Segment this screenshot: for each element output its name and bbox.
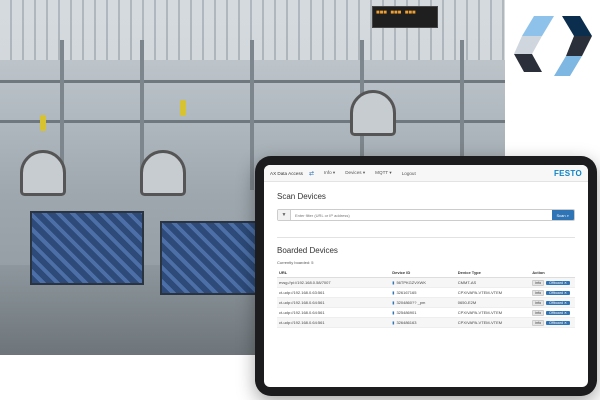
device-icon: ▮ [392,320,395,325]
cell-device-type: CPX/VAPA-VTEM-VTEM [455,307,531,318]
device-icon: ▮ [392,300,395,305]
table-row: ct-udp://192.168.0.64:561 ▮ 325486901 CPX… [277,307,575,318]
cell-action: info Offboard ✕ [530,307,575,318]
table-row: ct-udp://192.168.0.64:561 ▮ 326486163 CPX… [277,317,575,328]
cell-action: info Offboard ✕ [530,287,575,298]
cell-url: ct-udp://192.168.0.63:561 [277,287,391,298]
table-row: evsg://pi://192.168.0.58/7007 ▮ 56TPKGZVX… [277,277,575,288]
offboard-label: Offboard [549,320,563,325]
cell-device-id: ▮ 3204860?? _pm [390,297,456,308]
robot-arm [140,150,186,196]
offboard-button[interactable]: Offboard ✕ [546,310,571,315]
support-column [250,40,254,190]
scan-devices-heading: Scan Devices [277,192,326,201]
section-divider [277,237,575,238]
worker-figure [180,100,186,116]
device-id-text: 3204860?? _pm [396,300,426,305]
main-content: Scan Devices ▼ Scan ⌕ Boarded Devices Cu… [264,182,588,334]
info-button[interactable]: info [532,289,545,296]
scan-button[interactable]: Scan ⌕ [551,210,574,220]
cell-device-type: CMMT-AS [455,277,531,288]
nav-menu-devices[interactable]: Devices ▾ [345,170,365,176]
column-header-device-type: Device Type [455,268,531,278]
offboard-button[interactable]: Offboard ✕ [546,300,571,305]
info-button[interactable]: info [532,279,545,286]
welding-fixture [30,211,144,285]
top-navbar: AX Data Access ⇄ Info ▾ Devices ▾ MQTT ▾… [264,165,588,182]
cell-action: info Offboard ✕ [530,317,575,328]
table-row: ct-udp://192.168.0.63:561 ▮ 326167165 CPX… [277,287,575,298]
logo-facet [554,56,582,76]
device-id-text: 326167165 [396,290,417,295]
table-header-row: URL Device ID Device Type Action [277,268,575,278]
cell-url: ct-udp://192.168.0.64:561 [277,317,391,328]
scan-filter-input[interactable] [291,210,552,220]
scan-button-label: Scan [556,212,566,218]
logo-facet [562,16,592,36]
device-icon: ▮ [392,310,395,315]
scan-search-row: ▼ Scan ⌕ [277,209,575,221]
boarded-devices-heading: Boarded Devices [277,246,338,255]
column-header-action: Action [530,268,575,278]
nav-menu-info[interactable]: Info ▾ [324,170,335,176]
offboard-label: Offboard [549,310,563,315]
filter-icon: ▼ [278,210,291,220]
cell-device-type: 0650-E2M [455,297,531,308]
offboard-button[interactable]: Offboard ✕ [546,290,571,295]
device-icon: ▮ [392,290,395,295]
nav-menu-label: MQTT [375,170,389,175]
cell-url: evsg://pi://192.168.0.58/7007 [277,277,391,288]
logo-facet [566,36,592,56]
device-icon: ▮ [392,280,395,285]
exchange-arrows-icon[interactable]: ⇄ [309,170,314,177]
nav-menu-logout[interactable]: Logout [402,171,416,176]
info-button[interactable]: info [532,309,545,316]
nav-menu-label: Info [323,170,332,175]
offboard-button[interactable]: Offboard ✕ [546,320,571,325]
nav-menu-label: Devices [345,170,362,175]
offboard-label: Offboard [549,280,563,285]
app-screen: AX Data Access ⇄ Info ▾ Devices ▾ MQTT ▾… [264,165,588,387]
cell-device-id: ▮ 326167165 [390,287,456,298]
column-header-device-id: Device ID [390,268,456,278]
cell-action: info Offboard ✕ [530,277,575,288]
festo-logo: FESTO [553,168,582,178]
nav-menu-mqtt[interactable]: MQTT ▾ [375,170,392,176]
logo-facet [522,16,554,36]
boarded-devices-table: URL Device ID Device Type Action evsg://… [277,268,575,328]
robot-arm [350,90,396,136]
status-display: ■■■ ■■■ ■■■ [372,6,438,28]
table-row: ct-udp://192.168.0.64:561 ▮ 3204860?? _pm… [277,297,575,308]
device-id-text: 326486163 [396,320,417,325]
tablet-device: AX Data Access ⇄ Info ▾ Devices ▾ MQTT ▾… [255,156,597,396]
cell-action: info Offboard ✕ [530,297,575,308]
cell-device-type: CPX/VAPA-VTEM-VTEM [455,317,531,328]
cell-device-id: ▮ 56TPKGZVXWK [390,277,456,288]
logo-facet [514,54,542,72]
offboard-label: Offboard [549,300,563,305]
offboard-button[interactable]: Offboard ✕ [546,280,571,285]
offboard-label: Offboard [549,290,563,295]
column-header-url: URL [277,268,391,278]
robot-arm [20,150,66,196]
cell-device-id: ▮ 326486163 [390,317,456,328]
boarded-count: Currently boarded: 5 [277,260,314,265]
cell-url: ct-udp://192.168.0.64:561 [277,307,391,318]
device-id-text: 56TPKGZVXWK [396,280,426,285]
info-button[interactable]: info [532,299,545,306]
cell-device-id: ▮ 325486901 [390,307,456,318]
info-button[interactable]: info [532,319,545,326]
cell-device-type: CPX/VAPA-VTEM-VTEM [455,287,531,298]
app-title[interactable]: AX Data Access [270,171,303,176]
logo-facet [514,36,542,54]
brand-logo [514,16,592,76]
device-id-text: 325486901 [396,310,417,315]
worker-figure [40,115,46,131]
cell-url: ct-udp://192.168.0.64:561 [277,297,391,308]
